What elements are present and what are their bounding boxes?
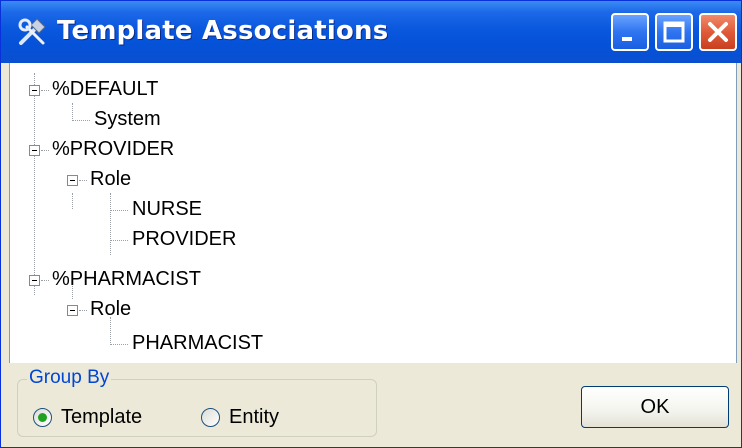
tree-connector [41, 90, 49, 91]
minimize-icon [622, 37, 632, 41]
maximize-button[interactable] [655, 13, 693, 51]
tree-connector [110, 210, 128, 211]
collapse-toggle[interactable] [29, 275, 40, 286]
tree-node-nurse[interactable]: NURSE [132, 197, 202, 221]
window-title: Template Associations [57, 16, 389, 46]
group-by-label: Group By [27, 367, 112, 388]
tree-node-pharmacist-template[interactable]: %PHARMACIST [52, 267, 201, 291]
collapse-toggle[interactable] [67, 305, 78, 316]
tree-connector [72, 193, 73, 209]
tree-node-system[interactable]: System [94, 107, 161, 131]
dialog-footer: Group By Template Entity OK [9, 363, 735, 441]
collapse-toggle[interactable] [67, 175, 78, 186]
tree-node-default[interactable]: %DEFAULT [52, 77, 158, 101]
tools-icon [18, 18, 46, 45]
tree-node-provider-template[interactable]: %PROVIDER [52, 137, 174, 161]
tree-connector [110, 344, 128, 345]
tree-connector [41, 280, 49, 281]
tree-node-role[interactable]: Role [90, 167, 131, 191]
tree-connector [110, 240, 128, 241]
tree-connector [110, 317, 111, 345]
collapse-toggle[interactable] [29, 85, 40, 96]
tree-connector [79, 310, 87, 311]
tree-connector [79, 180, 87, 181]
radio-entity-label[interactable]: Entity [229, 405, 279, 429]
title-bar[interactable]: Template Associations [1, 1, 741, 63]
close-icon [708, 22, 728, 42]
tree-connector [110, 193, 111, 255]
tree-connector [34, 73, 35, 295]
radio-template-label[interactable]: Template [61, 405, 142, 429]
tree-node-role[interactable]: Role [90, 297, 131, 321]
close-button[interactable] [699, 13, 737, 51]
tree-connector [72, 120, 90, 121]
tree-node-pharmacist[interactable]: PHARMACIST [132, 331, 263, 355]
tree-connector [41, 150, 49, 151]
tree-node-provider[interactable]: PROVIDER [132, 227, 236, 251]
template-tree[interactable]: %DEFAULT System %PROVIDER Role NURSE PRO… [9, 63, 737, 363]
collapse-toggle[interactable] [29, 145, 40, 156]
minimize-button[interactable] [611, 13, 649, 51]
maximize-icon [663, 21, 685, 43]
tree-connector [72, 103, 73, 119]
template-associations-dialog: Template Associations %DEFAULT System %P… [0, 0, 742, 448]
radio-template[interactable] [33, 408, 52, 427]
ok-button[interactable]: OK [581, 386, 729, 428]
radio-entity[interactable] [201, 408, 220, 427]
